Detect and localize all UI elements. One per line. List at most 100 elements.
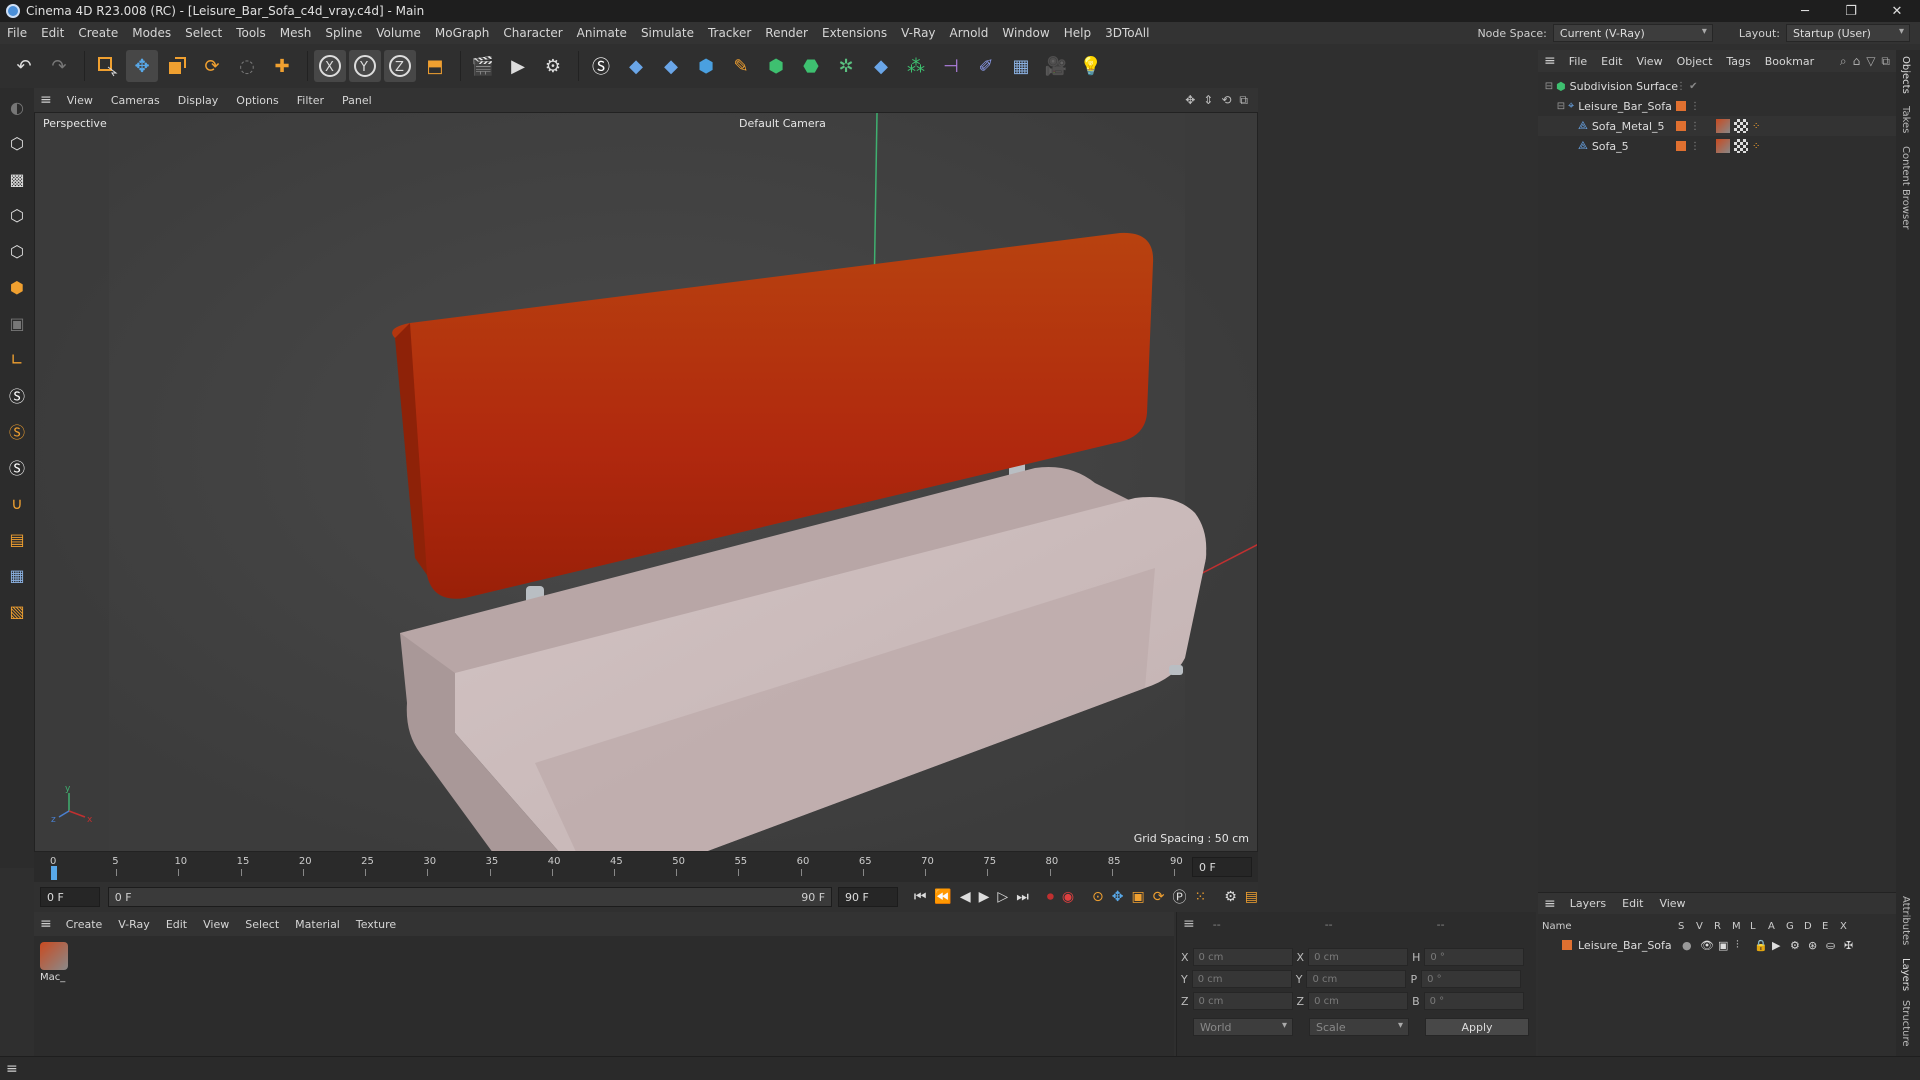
select-tool-icon[interactable] <box>91 50 123 82</box>
material-tag-icon[interactable] <box>1716 139 1730 153</box>
collapse-icon[interactable]: ⊟ <box>1542 81 1556 92</box>
visibility-dots-icon[interactable]: ⋮ ✔ <box>1676 81 1698 92</box>
tree-item-sofa-metal-5[interactable]: ⟁ Sofa_Metal_5 ⋮ ⁘ <box>1538 116 1896 136</box>
new-window-icon[interactable]: ⧉ <box>1881 54 1890 69</box>
side-tab-takes[interactable]: Takes <box>1900 106 1911 133</box>
key-pla-icon[interactable]: ⁙ <box>1194 889 1206 905</box>
material-menu-view[interactable]: View <box>195 918 237 931</box>
viewport-menu-filter[interactable]: Filter <box>288 94 333 107</box>
layer-color-swatch[interactable] <box>1676 101 1686 111</box>
z-axis-lock-icon[interactable]: Z <box>384 50 416 82</box>
grid-icon[interactable]: ▦ <box>2 560 32 590</box>
frame-range-slider[interactable]: 0 F 90 F <box>107 887 833 907</box>
menu-mograph[interactable]: MoGraph <box>428 26 497 40</box>
menu-create[interactable]: Create <box>71 26 125 40</box>
object-menu-object[interactable]: Object <box>1670 55 1720 68</box>
menu-simulate[interactable]: Simulate <box>634 26 701 40</box>
hamburger-icon[interactable]: ≡ <box>1538 896 1562 912</box>
move-tool-icon[interactable]: ✥ <box>126 50 158 82</box>
layer-color-swatch[interactable] <box>1562 940 1572 950</box>
menu-select[interactable]: Select <box>178 26 229 40</box>
object-menu-file[interactable]: File <box>1562 55 1594 68</box>
tree-item-sofa-5[interactable]: ⟁ Sofa_5 ⋮ ⁘ <box>1538 136 1896 156</box>
playhead[interactable] <box>51 866 57 880</box>
menu-file[interactable]: File <box>0 26 34 40</box>
vray-tag-icon[interactable]: ⁘ <box>1752 141 1760 152</box>
redo-icon[interactable]: ↷ <box>43 50 75 82</box>
material-menu-create[interactable]: Create <box>58 918 111 931</box>
axis-mode-icon[interactable]: ∟ <box>2 344 32 374</box>
home-icon[interactable]: ⌂ <box>1853 54 1861 69</box>
menu-character[interactable]: Character <box>496 26 569 40</box>
side-tab-attributes[interactable]: Attributes <box>1900 896 1911 945</box>
scale-tool-icon[interactable] <box>161 50 193 82</box>
uv-mode-icon[interactable]: ▣ <box>2 308 32 338</box>
hamburger-icon[interactable]: ≡ <box>6 1061 18 1077</box>
transform-tool-icon[interactable]: ✚ <box>266 50 298 82</box>
workplane-snap-icon[interactable]: Ⓢ <box>2 452 32 482</box>
deformer-icon[interactable]: ⊣ <box>935 50 967 82</box>
material-menu-texture[interactable]: Texture <box>348 918 404 931</box>
x-axis-lock-icon[interactable]: X <box>314 50 346 82</box>
menu-render[interactable]: Render <box>758 26 815 40</box>
layout-dropdown[interactable]: Startup (User) <box>1786 24 1910 42</box>
cloner-icon[interactable]: ✲ <box>830 50 862 82</box>
object-menu-view[interactable]: View <box>1629 55 1669 68</box>
workplane-icon[interactable]: ▤ <box>2 524 32 554</box>
layer-row[interactable]: Leisure_Bar_Sofa ● 👁 ▣ ⫶ 🔒 ▶ ⚙ ⊛ ⛀ ✠ <box>1542 936 1892 954</box>
side-tab-content-browser[interactable]: Content Browser <box>1900 146 1911 229</box>
subdivision-icon[interactable]: ⬢ <box>760 50 792 82</box>
position-x-field[interactable]: 0 cm <box>1192 948 1293 966</box>
spline-pen-icon[interactable]: ✐ <box>970 50 1002 82</box>
menu-tools[interactable]: Tools <box>229 26 273 40</box>
play-icon[interactable]: ▶ <box>979 889 990 905</box>
hamburger-icon[interactable]: ≡ <box>34 92 58 108</box>
locked-workplane-icon[interactable]: ▧ <box>2 596 32 626</box>
rotate-tool-icon[interactable]: ⟳ <box>196 50 228 82</box>
camera-icon[interactable]: 🎥 <box>1040 50 1072 82</box>
undo-icon[interactable]: ↶ <box>8 50 40 82</box>
menu-vray[interactable]: V-Ray <box>894 26 942 40</box>
filter-icon[interactable]: ▽ <box>1866 54 1875 69</box>
layer-menu-layers[interactable]: Layers <box>1562 897 1614 910</box>
close-button[interactable]: ✕ <box>1874 0 1920 22</box>
pan-view-icon[interactable]: ✥ <box>1185 93 1195 108</box>
key-param-icon[interactable]: Ⓟ <box>1172 887 1186 907</box>
polygons-mode-icon[interactable]: ⬢ <box>2 272 32 302</box>
visibility-dots-icon[interactable]: ⋮ <box>1690 141 1700 152</box>
timeline-window-icon[interactable]: ▤ <box>1245 889 1258 905</box>
hamburger-icon[interactable]: ≡ <box>1538 53 1562 69</box>
menu-help[interactable]: Help <box>1057 26 1098 40</box>
coordinate-scale-dropdown[interactable]: Scale <box>1309 1018 1409 1036</box>
visibility-dots-icon[interactable]: ⋮ <box>1690 101 1700 112</box>
render-picture-viewer-icon[interactable]: ▶ <box>502 50 534 82</box>
cube-icon[interactable]: ⬢ <box>690 50 722 82</box>
record-icon[interactable]: ⏺ <box>1047 889 1054 905</box>
viewport-camera-label[interactable]: Default Camera <box>739 117 826 130</box>
extrude-icon[interactable]: ⬣ <box>795 50 827 82</box>
menu-tracker[interactable]: Tracker <box>701 26 758 40</box>
maximize-view-icon[interactable]: ⧉ <box>1239 93 1248 108</box>
menu-window[interactable]: Window <box>995 26 1056 40</box>
side-tab-objects[interactable]: Objects <box>1900 56 1911 94</box>
layer-menu-edit[interactable]: Edit <box>1614 897 1651 910</box>
texture-tag-icon[interactable] <box>1734 119 1748 133</box>
layer-color-swatch[interactable] <box>1676 141 1686 151</box>
3d-viewport[interactable]: y x z Perspective Default Camera Grid Sp… <box>34 112 1258 852</box>
texture-tag-icon[interactable] <box>1734 139 1748 153</box>
layer-animation-icon[interactable]: ▶ <box>1772 939 1790 952</box>
start-frame-field[interactable]: 0 F <box>40 887 100 907</box>
snap-settings-icon[interactable]: Ⓢ <box>2 416 32 446</box>
layer-deformers-icon[interactable]: ⊛ <box>1808 939 1826 952</box>
layer-lock-icon[interactable]: 🔒 <box>1754 939 1772 952</box>
snap-icon[interactable]: Ⓢ <box>2 380 32 410</box>
model-mode-icon[interactable]: ⬡ <box>2 128 32 158</box>
layer-generators-icon[interactable]: ⚙ <box>1790 939 1808 952</box>
light-icon[interactable]: 💡 <box>1075 50 1107 82</box>
menu-arnold[interactable]: Arnold <box>943 26 996 40</box>
size-x-field[interactable]: 0 cm <box>1308 948 1409 966</box>
live-select-icon[interactable]: ◌ <box>231 50 263 82</box>
magnet-icon[interactable]: ∪ <box>2 488 32 518</box>
rotation-p-field[interactable]: 0 ° <box>1421 970 1522 988</box>
python-script-icon[interactable]: ◆ <box>620 50 652 82</box>
